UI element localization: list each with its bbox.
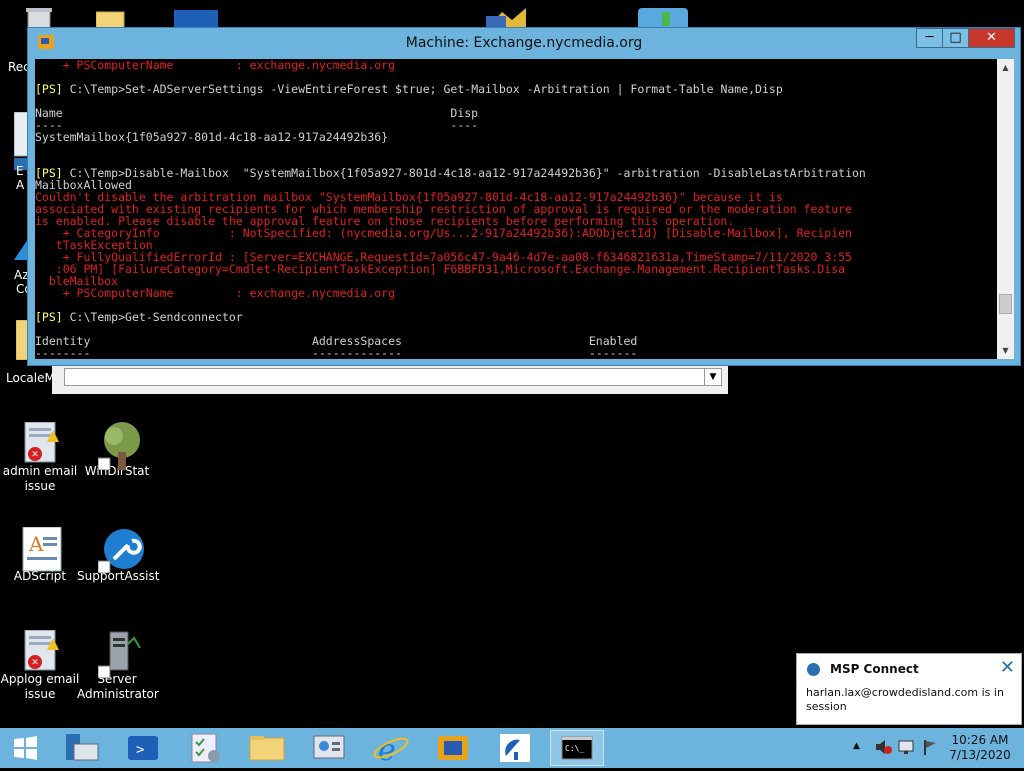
clock-date: 7/13/2020 — [949, 748, 1011, 762]
folder-taskbar[interactable] — [240, 730, 294, 766]
console-line: SystemMailbox{1f05a927-801d-4c18-aa12-91… — [35, 131, 997, 143]
desktop-icon-adscript[interactable]: A ADScript — [0, 526, 80, 584]
system-clock[interactable]: 10:26 AM 7/13/2020 — [948, 733, 1012, 763]
close-icon[interactable]: ✕ — [1000, 657, 1015, 678]
checklist-taskbar[interactable] — [178, 730, 232, 766]
msp-connect-icon — [807, 663, 820, 676]
internet-explorer-icon: e — [373, 733, 409, 768]
console-command-text: C:\Temp>Set-ADServerSettings -ViewEntire… — [62, 82, 783, 96]
console-line: [PS] C:\Temp>Get-Sendconnector — [35, 311, 997, 323]
svg-text:✕: ✕ — [31, 658, 39, 668]
scroll-up-arrow-icon[interactable]: ▲ — [997, 59, 1014, 76]
ps-prompt-tag: [PS] — [35, 310, 63, 324]
console-command-text: C:\Temp>Disable-Mailbox "SystemMailbox{1… — [62, 166, 866, 180]
start-button[interactable] — [0, 730, 50, 766]
partial-label-e: E — [16, 164, 24, 178]
wrench-icon — [97, 527, 144, 574]
exchange-taskbar[interactable] — [426, 730, 480, 766]
scroll-thumb[interactable] — [999, 294, 1012, 314]
folder-icon — [249, 736, 285, 761]
tree-icon — [97, 422, 140, 471]
speaker-icon[interactable] — [874, 739, 892, 759]
document-error-icon: ✕ — [21, 629, 59, 671]
svg-text:C:\_: C:\_ — [565, 744, 584, 753]
console-line: [PS] C:\Temp>Disable-Mailbox "SystemMail… — [35, 167, 997, 179]
close-button[interactable]: ✕ — [968, 28, 1015, 48]
checklist-icon — [191, 733, 220, 763]
desktop-icon-windirstat[interactable]: WinDirStat — [77, 422, 157, 479]
console-line: + CategoryInfo : NotSpecified: (nycmedia… — [35, 227, 997, 239]
remote-taskbar[interactable] — [488, 730, 542, 766]
partial-label-localem: LocaleM — [6, 371, 55, 385]
console-text: + CategoryInfo : NotSpecified: (nycmedia… — [35, 226, 852, 240]
svg-text:>: > — [136, 742, 144, 758]
console-command-text: C:\Temp>Get-Sendconnector — [62, 310, 243, 324]
window-title: Machine: Exchange.nycmedia.org — [405, 35, 643, 51]
console-line: :06 PM] [FailureCategory=Cmdlet-Recipien… — [35, 263, 997, 275]
console-output[interactable]: + PSComputerName : exchange.nycmedia.org… — [35, 59, 997, 359]
console-line: + PSComputerName : exchange.nycmedia.org — [35, 287, 997, 299]
desktop-icon-server-administrator[interactable]: Server Administrator — [77, 630, 159, 702]
desktop-icon-admin-email-issue[interactable]: ✕ admin email issue — [0, 421, 80, 494]
cmd-taskbar[interactable]: C:\_ — [550, 730, 604, 766]
exchange-icon — [438, 736, 468, 760]
console-line: [PS] C:\Temp>Set-ADServerSettings -ViewE… — [35, 83, 997, 95]
scroll-down-arrow-icon[interactable]: ▼ — [997, 342, 1014, 359]
chevron-down-icon[interactable]: ▼ — [704, 369, 721, 385]
network-tray-icon[interactable] — [898, 739, 916, 759]
console-text: :06 PM] [FailureCategory=Cmdlet-Recipien… — [35, 262, 846, 276]
notification-title: MSP Connect — [830, 662, 919, 676]
window-titlebar[interactable]: Machine: Exchange.nycmedia.org ─ □ ✕ — [28, 28, 1020, 58]
text-document-icon: A — [21, 526, 62, 572]
svg-text:✕: ✕ — [31, 450, 39, 460]
clock-time: 10:26 AM — [951, 733, 1009, 747]
desktop-icon-supportassist[interactable]: SupportAssist — [77, 527, 159, 584]
windows-logo-icon — [14, 736, 37, 760]
powershell-icon: > — [128, 736, 158, 760]
command-prompt-icon: C:\_ — [561, 736, 593, 760]
console-text: + PSComputerName : exchange.nycmedia.org — [35, 286, 396, 300]
action-center-flag-icon[interactable] — [922, 739, 938, 759]
control-panel-taskbar[interactable] — [302, 730, 356, 766]
console-text: SystemMailbox{1f05a927-801d-4c18-aa12-91… — [35, 130, 389, 144]
svg-text:e: e — [378, 733, 396, 766]
powershell-remote-window[interactable]: Machine: Exchange.nycmedia.org ─ □ ✕ + P… — [27, 27, 1021, 366]
minimize-button[interactable]: ─ — [916, 28, 943, 48]
console-text: -------- ------------- ------- — [35, 346, 638, 359]
svg-text:A: A — [28, 532, 44, 556]
control-panel-icon — [313, 735, 345, 759]
partial-label-a: A — [16, 178, 25, 192]
document-error-icon: ✕ — [21, 421, 59, 463]
maximize-button[interactable]: □ — [942, 28, 969, 48]
background-combobox[interactable]: ▼ — [64, 368, 722, 386]
desktop-icon-applog-email-issue[interactable]: ✕ Applog email issue — [0, 629, 80, 702]
powershell-taskbar[interactable]: > — [116, 730, 170, 766]
server-icon — [97, 630, 141, 679]
ps-prompt-tag: [PS] — [35, 82, 63, 96]
show-hidden-icons-arrow[interactable]: ▲ — [853, 741, 860, 751]
console-line: + PSComputerName : exchange.nycmedia.org — [35, 59, 997, 71]
vertical-scrollbar[interactable]: ▲ ▼ — [997, 59, 1014, 359]
notification-message: harlan.lax@crowdedisland.com is in sessi… — [806, 686, 1004, 713]
satellite-dish-icon — [500, 734, 530, 762]
internet-explorer-taskbar[interactable]: e — [364, 730, 418, 768]
background-window-strip: ▼ — [52, 366, 728, 394]
file-explorer-taskbar[interactable] — [56, 730, 110, 766]
console-line: -------- ------------- ------- — [35, 347, 997, 359]
server-manager-icon — [66, 734, 99, 761]
taskbar: > e C:\_ ▲ 10:26 AM 7/13/2020 — [0, 728, 1024, 768]
msp-connect-notification[interactable]: MSP Connect ✕ harlan.lax@crowdedisland.c… — [796, 653, 1022, 725]
